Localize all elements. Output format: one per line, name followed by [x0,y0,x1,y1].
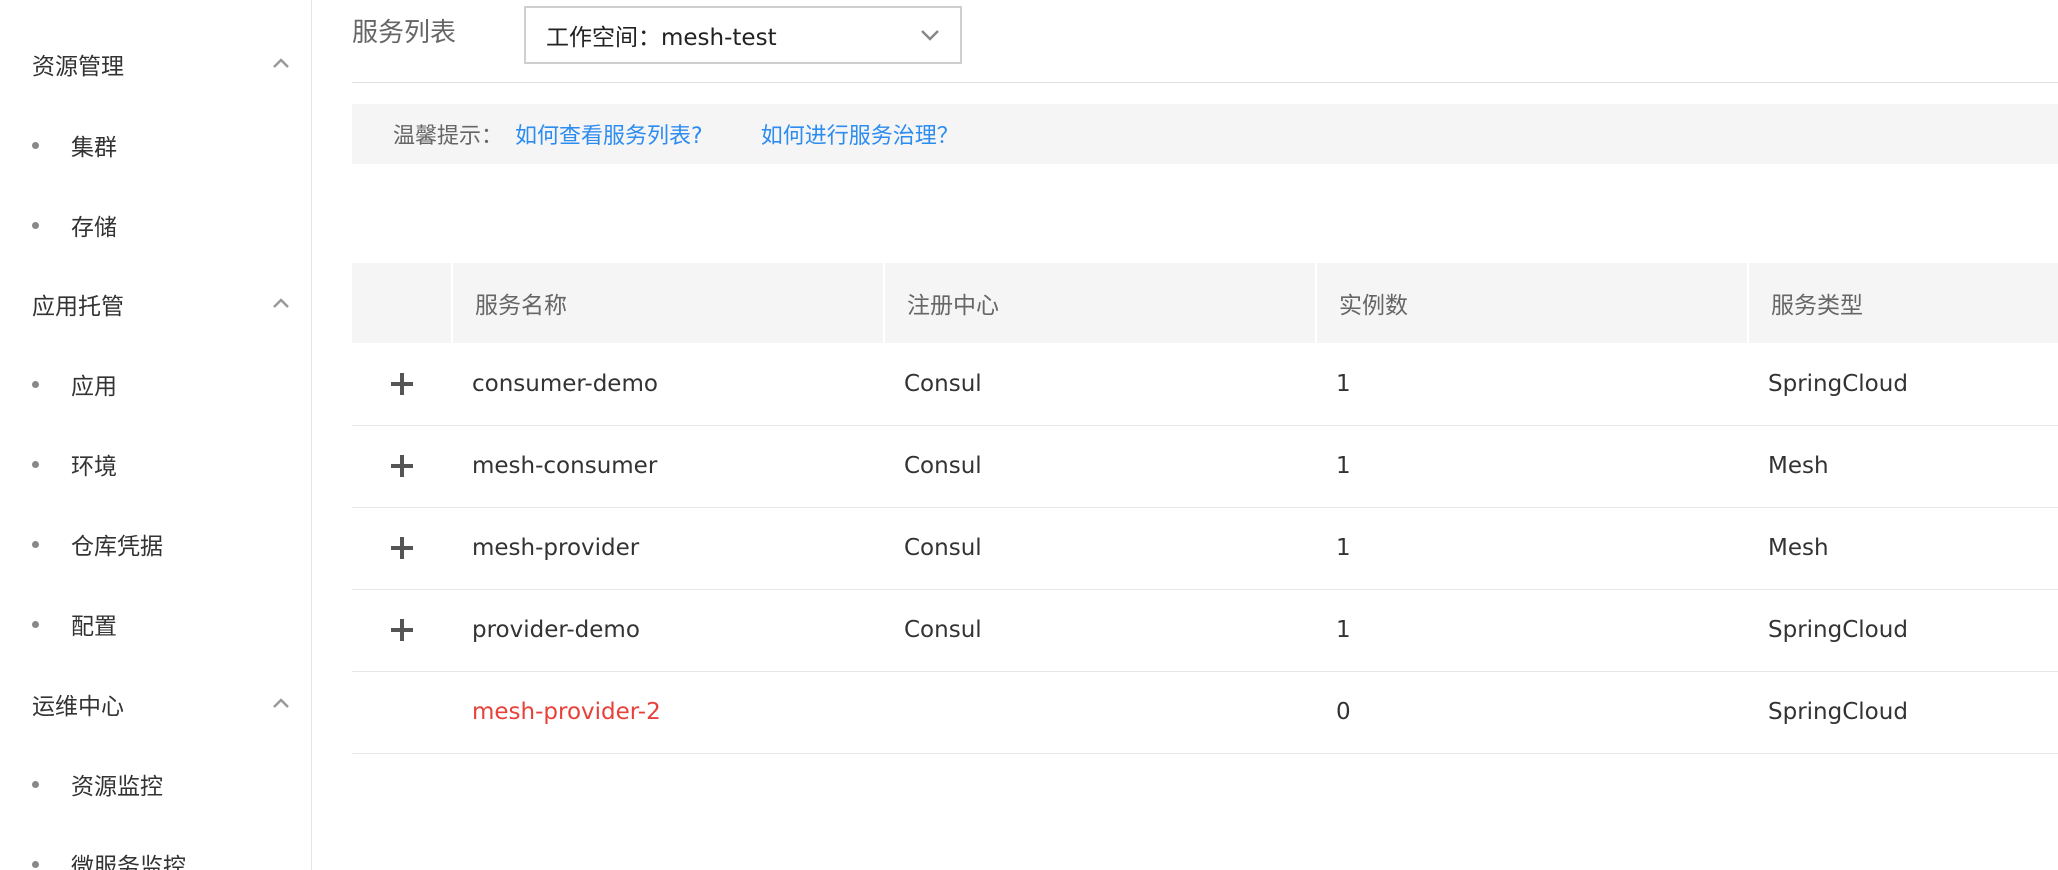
sidebar-item-label: 资源监控 [71,774,163,800]
service-name-cell-error: mesh-provider-2 [452,671,884,754]
page-title: 服务列表 [352,18,457,48]
expand-cell [352,343,452,426]
registry-cell: Consul [884,589,1316,672]
service-name-cell: mesh-provider [452,507,884,590]
registry-cell: Consul [884,425,1316,508]
help-link-service-governance[interactable]: 如何进行服务治理？ [761,118,959,150]
bullet-icon [32,780,39,788]
bullet-icon [32,380,39,388]
chevron-down-icon [921,30,939,41]
table-row: mesh-provider Consul 1 Mesh [352,507,2058,590]
chevron-up-icon [273,298,289,308]
bullet-icon [32,620,39,628]
service-name-cell: consumer-demo [452,343,884,426]
sidebar-item-label: 环境 [71,454,117,480]
bullet-icon [32,460,39,468]
sidebar-group-label: 应用托管 [32,294,124,320]
sidebar-group-label: 运维中心 [32,694,124,720]
sidebar-item-label: 应用 [71,374,117,400]
sidebar-group-label: 资源管理 [32,54,124,80]
tip-label: 温馨提示： [393,124,504,149]
chevron-up-icon [273,698,289,708]
chevron-up-icon [273,58,289,68]
instances-cell: 0 [1316,671,1748,754]
expand-cell [352,589,452,672]
service-type-cell: SpringCloud [1748,589,2058,672]
instances-cell: 1 [1316,507,1748,590]
sidebar-item-microservice-monitoring[interactable]: 微服务监控 [32,844,186,870]
sidebar: 资源管理 集群 存储 应用托管 应用 环境 仓库凭据 配置 运维中心 资源监控 [0,0,312,870]
plus-icon[interactable] [389,617,415,643]
sidebar-group-ops-center[interactable]: 运维中心 [32,684,292,724]
sidebar-item-label: 存储 [71,215,117,241]
tip-bar: 温馨提示： 如何查看服务列表? 如何进行服务治理？ [352,104,2058,164]
expand-cell [352,425,452,508]
main-content: 服务列表 工作空间：mesh-test 温馨提示： 如何查看服务列表? 如何进行… [352,0,2058,870]
sidebar-item-storage[interactable]: 存储 [32,205,117,245]
registry-cell: Consul [884,343,1316,426]
table-row: consumer-demo Consul 1 SpringCloud [352,343,2058,426]
plus-icon[interactable] [389,371,415,397]
sidebar-group-app-hosting[interactable]: 应用托管 [32,284,292,324]
sidebar-item-label: 微服务监控 [71,854,186,870]
help-link-view-services[interactable]: 如何查看服务列表? [515,118,703,150]
service-type-cell: SpringCloud [1748,671,2058,754]
instances-cell: 1 [1316,425,1748,508]
sidebar-item-label: 仓库凭据 [71,534,163,560]
plus-icon[interactable] [389,535,415,561]
table-row: mesh-consumer Consul 1 Mesh [352,425,2058,508]
table-row: provider-demo Consul 1 SpringCloud [352,589,2058,672]
sidebar-item-repo-credentials[interactable]: 仓库凭据 [32,524,163,564]
service-type-cell: SpringCloud [1748,343,2058,426]
sidebar-item-application[interactable]: 应用 [32,364,117,404]
table-row: mesh-provider-2 0 SpringCloud [352,671,2058,754]
sidebar-item-label: 集群 [71,135,117,161]
registry-cell [884,671,1316,754]
expand-cell [352,507,452,590]
instances-cell: 1 [1316,589,1748,672]
column-header-expand [352,263,452,343]
instances-cell: 1 [1316,343,1748,426]
header-divider [352,82,2058,83]
sidebar-group-resource-management[interactable]: 资源管理 [32,44,292,84]
bullet-icon [32,141,39,149]
service-name-cell: provider-demo [452,589,884,672]
service-name-cell: mesh-consumer [452,425,884,508]
column-header-instances: 实例数 [1315,263,1748,343]
column-header-service-name: 服务名称 [451,263,884,343]
registry-cell: Consul [884,507,1316,590]
sidebar-item-environment[interactable]: 环境 [32,444,117,484]
expand-cell [352,671,452,754]
workspace-select-value: 工作空间：mesh-test [546,25,777,51]
bullet-icon [32,540,39,548]
service-type-cell: Mesh [1748,507,2058,590]
sidebar-item-config[interactable]: 配置 [32,604,117,644]
table-header-row: 服务名称 注册中心 实例数 服务类型 [352,263,2058,343]
plus-icon[interactable] [389,453,415,479]
sidebar-item-resource-monitoring[interactable]: 资源监控 [32,764,163,804]
bullet-icon [32,860,39,868]
workspace-select[interactable]: 工作空间：mesh-test [524,6,962,64]
sidebar-item-label: 配置 [71,614,117,640]
service-type-cell: Mesh [1748,425,2058,508]
sidebar-item-cluster[interactable]: 集群 [32,125,117,165]
service-table: 服务名称 注册中心 实例数 服务类型 consumer-demo Consul … [352,263,2058,754]
bullet-icon [32,221,39,229]
column-header-registry: 注册中心 [883,263,1316,343]
column-header-service-type: 服务类型 [1747,263,2058,343]
